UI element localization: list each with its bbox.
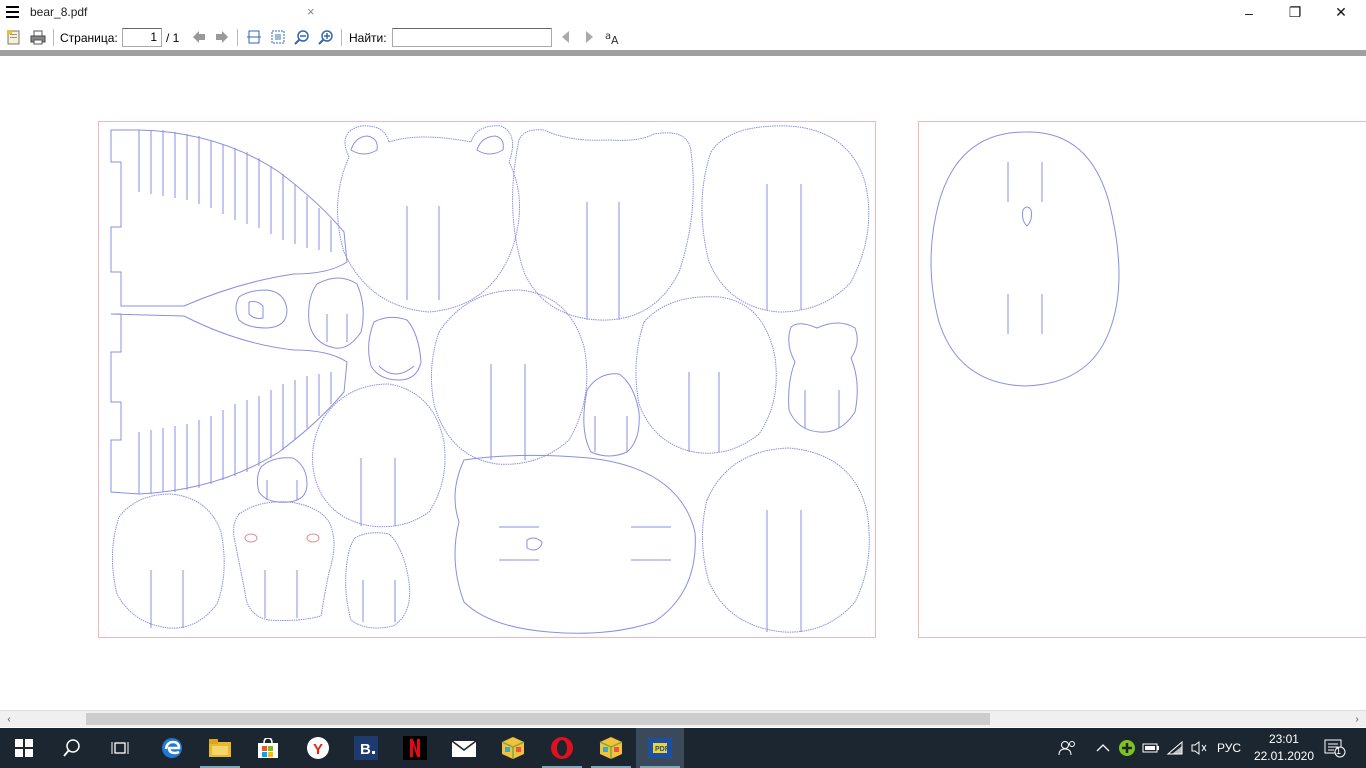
document-tab-title[interactable]: bear_8.pdf [30, 5, 87, 19]
svg-text:Y: Y [313, 741, 323, 758]
notification-count: 1 [1336, 746, 1342, 756]
netflix-icon[interactable] [391, 728, 439, 768]
next-page-icon[interactable] [213, 28, 231, 46]
cube-app-icon[interactable] [587, 728, 635, 768]
task-view-icon[interactable] [96, 728, 144, 768]
clock-time: 23:01 [1268, 732, 1299, 746]
zoom-in-icon[interactable] [317, 28, 335, 46]
menu-icon[interactable] [6, 6, 19, 19]
print-icon[interactable] [29, 28, 47, 46]
wifi-icon[interactable] [1166, 728, 1184, 768]
page-label: Страница: [60, 31, 118, 45]
maximize-button[interactable]: ❐ [1272, 0, 1318, 25]
pdf-reader-icon[interactable]: PDF [636, 728, 684, 768]
tray-app-icon[interactable] [1118, 728, 1136, 768]
toolbar-separator [237, 29, 238, 46]
pdf-page-1 [98, 121, 876, 638]
windows-taskbar: Y B PDF РУС 23:01 22.01.2020 1 [0, 728, 1366, 768]
svg-text:A: A [611, 34, 619, 45]
title-bar: bear_8.pdf × – ❐ ✕ [0, 0, 1366, 25]
edge-icon[interactable] [148, 728, 196, 768]
tab-close-icon[interactable]: × [307, 4, 315, 19]
cube-app-icon[interactable] [489, 728, 537, 768]
oval-base-pattern [930, 131, 1120, 387]
toolbar-separator [341, 29, 342, 46]
page-number-input[interactable]: 1 [122, 28, 162, 47]
volume-icon[interactable] [1190, 728, 1208, 768]
svg-text:PDF: PDF [655, 746, 670, 753]
find-label: Найти: [349, 31, 387, 45]
find-input[interactable] [392, 28, 552, 47]
file-explorer-icon[interactable] [196, 728, 244, 768]
svg-text:B: B [360, 741, 371, 758]
toolbar: Страница: 1 / 1 Найти: aA [0, 25, 1366, 50]
clock-date: 22.01.2020 [1253, 749, 1314, 763]
yandex-icon[interactable]: Y [294, 728, 342, 768]
pdf-page-2 [918, 121, 1366, 638]
b-app-icon[interactable]: B [342, 728, 390, 768]
scroll-right-arrow-icon[interactable]: › [1349, 712, 1365, 727]
scrollbar-thumb[interactable] [86, 713, 990, 725]
find-previous-icon[interactable] [557, 28, 575, 46]
fit-page-icon[interactable] [269, 28, 287, 46]
show-hidden-icons-icon[interactable] [1096, 728, 1110, 768]
mail-icon[interactable] [440, 728, 488, 768]
clock[interactable]: 23:01 22.01.2020 [1254, 731, 1314, 765]
find-next-icon[interactable] [580, 28, 598, 46]
people-icon[interactable] [1058, 728, 1076, 768]
start-icon[interactable] [0, 728, 48, 768]
page-total: / 1 [166, 31, 180, 45]
zoom-out-icon[interactable] [293, 28, 311, 46]
match-case-icon[interactable]: aA [604, 28, 622, 46]
horizontal-scrollbar[interactable]: ‹ › [0, 710, 1366, 727]
store-icon[interactable] [244, 728, 292, 768]
language-indicator[interactable]: РУС [1217, 728, 1241, 768]
bear-cutout-pattern [110, 125, 870, 634]
document-canvas[interactable] [0, 56, 1366, 710]
toolbar-separator [53, 29, 54, 46]
fit-width-icon[interactable] [245, 28, 263, 46]
search-icon[interactable] [48, 728, 96, 768]
notifications-icon[interactable]: 1 [1324, 728, 1346, 768]
close-button[interactable]: ✕ [1318, 0, 1364, 25]
opera-icon[interactable] [538, 728, 586, 768]
open-file-icon[interactable] [5, 28, 23, 46]
scroll-left-arrow-icon[interactable]: ‹ [1, 712, 17, 727]
minimize-button[interactable]: – [1226, 0, 1272, 25]
previous-page-icon[interactable] [190, 28, 208, 46]
battery-icon[interactable] [1142, 728, 1160, 768]
